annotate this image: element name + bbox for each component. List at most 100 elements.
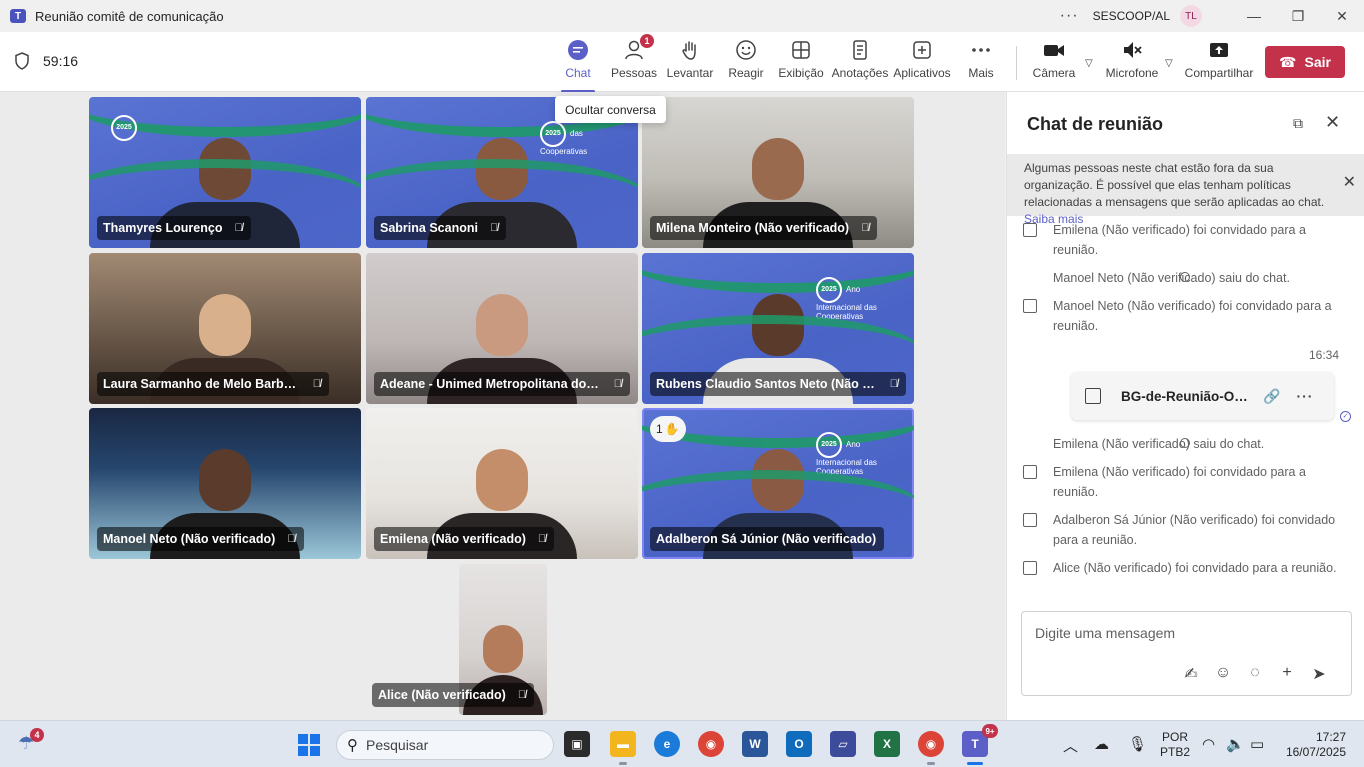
chat-event: Alice (Não verificado) foi convidado par… <box>1023 558 1343 578</box>
file-explorer-app[interactable]: ▬ <box>610 731 636 765</box>
apps-label: Aplicativos <box>893 66 951 80</box>
teams-app[interactable]: T 9+ <box>962 724 998 765</box>
message-composer[interactable]: Digite uma mensagem ✍ ☺ ◌ + ➤ <box>1021 611 1352 696</box>
participant-name: Thamyres Lourenço <box>103 221 223 235</box>
battery-icon[interactable]: ▭ <box>1250 735 1264 753</box>
view-button[interactable]: Exibição <box>778 38 824 88</box>
excel-app[interactable]: X <box>874 731 900 757</box>
volume-muted-icon[interactable]: 🔈 <box>1226 735 1245 753</box>
minimize-button[interactable]: — <box>1232 0 1276 32</box>
avatar[interactable]: TL <box>1180 5 1202 27</box>
video-tile[interactable]: Manoel Neto (Não verificado) 🎙̸ <box>89 408 361 559</box>
format-icon[interactable]: ✍ <box>1182 664 1200 684</box>
taskbar-clock[interactable]: 17:27 16/07/2025 <box>1282 730 1346 760</box>
emoji-icon <box>734 38 758 62</box>
dismiss-notice-icon[interactable]: ✕ <box>1343 174 1356 191</box>
microphone-button[interactable]: Microfone <box>1106 38 1158 88</box>
leave-button[interactable]: ☎ Sair <box>1265 46 1345 78</box>
camera-options-chevron-icon[interactable]: ▽ <box>1085 58 1093 69</box>
clock-time: 17:27 <box>1315 730 1346 744</box>
mic-options-chevron-icon[interactable]: ▽ <box>1165 58 1173 69</box>
close-window-button[interactable]: ✕ <box>1320 0 1364 32</box>
chrome-app[interactable]: ◉ <box>698 731 724 757</box>
raise-hand-button[interactable]: Levantar <box>666 38 714 88</box>
share-button[interactable]: Compartilhar <box>1184 38 1254 88</box>
chrome-profile-app[interactable]: ◉ <box>918 731 944 765</box>
send-icon[interactable]: ➤ <box>1310 664 1328 684</box>
raised-hand-icon: ✋ <box>664 422 680 436</box>
read-receipt-icon: ✓ <box>1340 411 1351 422</box>
person-left-icon <box>1180 438 1190 448</box>
pop-out-icon[interactable]: ⧉ <box>1293 115 1303 132</box>
raise-hand-icon <box>678 38 702 62</box>
edge-app[interactable]: e <box>654 731 680 757</box>
invite-icon <box>1023 299 1037 313</box>
show-hidden-icons-chevron-icon[interactable]: ︿ <box>1063 735 1078 756</box>
word-app[interactable]: W <box>742 731 768 757</box>
participant-name: Rubens Claudio Santos Neto (Não verifica… <box>656 377 878 391</box>
keyboard-layout: PTB2 <box>1160 745 1191 759</box>
start-button[interactable] <box>298 734 320 756</box>
participant-name: Laura Sarmanho de Melo Barbosa (Externo) <box>103 377 301 391</box>
camera-button[interactable]: Câmera <box>1032 38 1076 88</box>
maximize-button[interactable]: ❐ <box>1276 0 1320 32</box>
outlook-icon: O <box>794 737 804 751</box>
org-name: SESCOOP/AL <box>1092 9 1170 23</box>
taskbar-search[interactable]: ⚲ Pesquisar <box>336 730 554 760</box>
video-tile-active-speaker[interactable]: 2025 Ano Internacional das Cooperativas 1… <box>642 408 914 559</box>
folder-icon: ▬ <box>617 737 629 751</box>
event-text: Manoel Neto (Não verificado) foi convida… <box>1053 299 1332 333</box>
hang-up-icon: ☎ <box>1279 53 1297 70</box>
file-more-options-icon[interactable]: ··· <box>1296 388 1313 404</box>
share-label: Compartilhar <box>1184 66 1254 80</box>
whiteboard-app[interactable]: ▱ <box>830 731 856 757</box>
input-language[interactable]: POR PTB2 <box>1160 730 1190 760</box>
video-tile[interactable]: Adeane - Unimed Metropolitana do Agreste… <box>366 253 638 404</box>
people-badge: 1 <box>640 34 654 48</box>
participant-name-tag: Adeane - Unimed Metropolitana do Agreste… <box>374 372 630 396</box>
video-tile[interactable]: Milena Monteiro (Não verificado) 🎙̸ <box>642 97 914 248</box>
mic-muted-icon: 🎙̸ <box>517 689 527 701</box>
windows-logo-icon <box>298 746 308 756</box>
react-button[interactable]: Reagir <box>727 38 765 88</box>
more-button[interactable]: Mais <box>966 38 996 88</box>
video-tile[interactable]: 2025 Thamyres Lourenço 🎙̸ <box>89 97 361 248</box>
video-tile[interactable]: Emilena (Não verificado) 🎙̸ <box>366 408 638 559</box>
more-options-icon[interactable]: ··· <box>1060 7 1079 25</box>
windows-taskbar: ☂ 4 ⚲ Pesquisar ▣ ▬ e ◉ W O ▱ X ◉ T 9+ ︿… <box>0 720 1364 767</box>
people-button[interactable]: 1 Pessoas <box>611 34 657 88</box>
teams-icon: T <box>971 737 979 751</box>
apps-button[interactable]: Aplicativos <box>893 38 951 88</box>
more-label: Mais <box>968 66 994 80</box>
loop-icon[interactable]: ◌ <box>1246 664 1264 684</box>
notes-icon <box>848 38 872 62</box>
windows-logo-icon <box>310 734 320 744</box>
link-icon[interactable]: 🔗 <box>1263 388 1280 405</box>
teams-badge: 9+ <box>982 724 998 738</box>
video-tile[interactable]: 2025 Ano Internacional das Cooperativas R… <box>642 253 914 404</box>
network-off-icon[interactable]: ☁ <box>1094 735 1109 753</box>
mic-muted-icon[interactable]: 🎙 <box>1128 735 1147 753</box>
camera-label: Câmera <box>1032 66 1076 80</box>
participant-name: Adeane - Unimed Metropolitana do Agreste <box>380 377 602 391</box>
excel-icon: X <box>882 737 891 751</box>
mic-muted-icon: 🎙̸ <box>234 222 243 234</box>
outlook-app[interactable]: O <box>786 731 812 757</box>
apps-icon <box>910 38 934 62</box>
add-icon[interactable]: + <box>1278 664 1296 684</box>
chrome-icon: ◉ <box>705 737 717 751</box>
task-view-app[interactable]: ▣ <box>564 731 590 757</box>
wifi-icon[interactable]: ◠ <box>1202 735 1215 753</box>
running-indicator <box>619 762 627 765</box>
chat-button[interactable]: Chat <box>561 38 595 93</box>
video-tile[interactable]: Laura Sarmanho de Melo Barbosa (Externo)… <box>89 253 361 404</box>
weather-widget[interactable]: ☂ 4 <box>18 728 44 754</box>
notes-button[interactable]: Anotações <box>832 38 888 88</box>
camera-icon <box>1042 38 1066 62</box>
event-text: Emilena (Não verificado) foi convidado p… <box>1053 223 1306 257</box>
file-attachment[interactable]: BG-de-Reunião-Online 🔗 ··· <box>1071 372 1334 420</box>
emoji-icon[interactable]: ☺ <box>1214 664 1232 684</box>
close-chat-icon[interactable]: ✕ <box>1325 112 1340 133</box>
meeting-toolbar: 59:16 Chat 1 Pessoas Levantar Reagir Exi… <box>0 32 1364 93</box>
leave-label: Sair <box>1304 54 1331 70</box>
